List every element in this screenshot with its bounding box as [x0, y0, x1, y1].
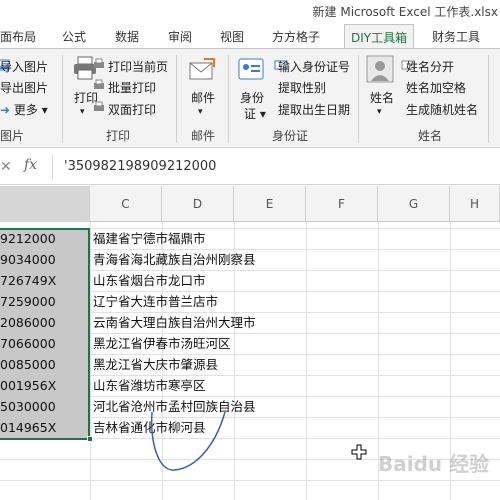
cell-id-number[interactable]: 7066000 [0, 334, 88, 353]
insert-function-button[interactable]: fx [24, 157, 37, 173]
cell-id-number[interactable]: 014965X [0, 418, 88, 437]
column-header-f[interactable]: F [306, 186, 378, 222]
group-label-image: 图片 [0, 129, 25, 143]
grid-line [0, 480, 500, 481]
group-label-mail: 邮件 [191, 129, 216, 143]
cell-id-number[interactable]: 5030000 [0, 397, 88, 416]
group-separator [228, 55, 229, 143]
cell-id-number[interactable]: 2086000 [0, 313, 88, 332]
cell-address[interactable]: 黑龙江省大庆市肇源县 [93, 355, 298, 374]
column-header-a[interactable] [0, 186, 90, 222]
id-card-button[interactable]: 身份 [240, 89, 264, 106]
tab-page-layout[interactable]: 面布局 [0, 28, 36, 45]
title-bar: 新建 Microsoft Excel 工作表.xlsx [0, 0, 500, 22]
column-header-c[interactable]: C [90, 186, 162, 222]
export-image-button[interactable]: 导出图片 [0, 79, 48, 96]
random-name-button[interactable]: 生成随机姓名 [406, 101, 478, 118]
tab-formulas[interactable]: 公式 [62, 28, 86, 45]
group-label-idcard: 身份证 [272, 129, 309, 143]
cell-address[interactable]: 福建省宁德市福鼎市 [93, 229, 298, 248]
input-id-number-button[interactable]: 输入身份证号 [278, 58, 350, 75]
import-image-button[interactable]: 导入图片 [0, 58, 48, 75]
formula-input[interactable]: '350982198909212000 [64, 159, 216, 174]
extract-birthdate-button[interactable]: 提取出生日期 [278, 101, 350, 118]
column-header-g[interactable]: G [378, 186, 450, 222]
column-header-h[interactable]: H [450, 186, 500, 222]
chevron-down-icon: ▾ [377, 107, 382, 117]
cell-id-number[interactable]: 0085000 [0, 355, 88, 374]
cell-id-number[interactable]: 9212000 [0, 229, 88, 248]
cell-area[interactable]: 9212000 福建省宁德市福鼎市 9034000 青海省海北藏族自治州刚察县 … [0, 222, 500, 500]
arrow-right-icon: ➜ [0, 103, 11, 117]
name-button[interactable]: 姓名 [370, 89, 394, 106]
group-separator [176, 55, 177, 143]
id-card-button-line2: 证 ▾ [244, 107, 266, 121]
duplex-print-icon [94, 101, 104, 111]
tab-view[interactable]: 视图 [220, 28, 244, 45]
add-space-name-button[interactable]: 姓名加空格 [406, 79, 466, 96]
tab-finance[interactable]: 财务工具 [432, 28, 480, 45]
group-label-print: 打印 [106, 129, 131, 143]
column-headers: C D E F G H [0, 186, 500, 222]
cell-id-number[interactable]: 7259000 [0, 292, 88, 311]
ribbon: 导入图片 导出图片 ➜ 更多 ▾ 图片 打印 ▾ 打印当前页 批量打印 双面打印… [0, 48, 500, 148]
cell-id-number[interactable]: 9034000 [0, 250, 88, 269]
cancel-icon[interactable]: ✕ [0, 159, 12, 175]
cell-address[interactable]: 辽宁省大连市普兰店市 [93, 292, 298, 311]
batch-print-icon [94, 79, 104, 89]
group-separator [488, 55, 489, 143]
extract-gender-button[interactable]: 提取性别 [278, 79, 326, 96]
group-separator [62, 55, 63, 143]
cell-cursor-icon [351, 444, 367, 460]
spreadsheet-grid[interactable]: C D E F G H 9212000 福建省宁德市福鼎市 9034000 青海… [0, 186, 500, 500]
more-button[interactable]: ➜ 更多 ▾ [0, 101, 48, 118]
print-current-icon [94, 58, 104, 68]
column-header-d[interactable]: D [162, 186, 234, 222]
duplex-print-button[interactable]: 双面打印 [108, 101, 156, 118]
id-card-icon [238, 58, 264, 80]
split-name-button[interactable]: 姓名分开 [406, 58, 454, 75]
formula-separator [52, 155, 53, 179]
cell-address[interactable]: 山东省烟台市龙口市 [93, 271, 298, 290]
tab-fangfang[interactable]: 方方格子 [272, 28, 320, 45]
cell-address[interactable]: 青海省海北藏族自治州刚察县 [93, 250, 298, 269]
tab-data[interactable]: 数据 [115, 28, 139, 45]
group-label-name: 姓名 [418, 129, 443, 143]
batch-print-button[interactable]: 批量打印 [108, 79, 156, 96]
cell-id-number[interactable]: 726749X [0, 271, 88, 290]
mail-icon [189, 58, 215, 80]
formula-bar: ✕ fx '350982198909212000 [0, 149, 500, 185]
watermark: Baidu 经验 [378, 452, 490, 476]
cell-address[interactable]: 黑龙江省伊春市汤旺河区 [93, 334, 298, 353]
ribbon-tabs: 面布局 公式 数据 审阅 视图 方方格子 DIY工具箱 财务工具 [0, 22, 500, 48]
group-separator [358, 55, 359, 143]
window-title: 新建 Microsoft Excel 工作表.xlsx [312, 5, 498, 19]
mail-button[interactable]: 邮件 [191, 89, 215, 106]
chevron-down-icon: ▾ [80, 107, 85, 117]
column-header-e[interactable]: E [234, 186, 306, 222]
tab-diy-toolbox[interactable]: DIY工具箱 [344, 24, 415, 48]
more-label: 更多 ▾ [13, 103, 48, 117]
cell-address[interactable]: 云南省大理白族自治州大理市 [93, 313, 298, 332]
pen-annotation [150, 411, 226, 471]
print-current-page-button[interactable]: 打印当前页 [108, 58, 168, 75]
cell-id-number[interactable]: 001956X [0, 376, 88, 395]
chevron-down-icon: ▾ [198, 107, 203, 117]
tab-review[interactable]: 审阅 [168, 28, 192, 45]
person-icon [366, 55, 394, 83]
